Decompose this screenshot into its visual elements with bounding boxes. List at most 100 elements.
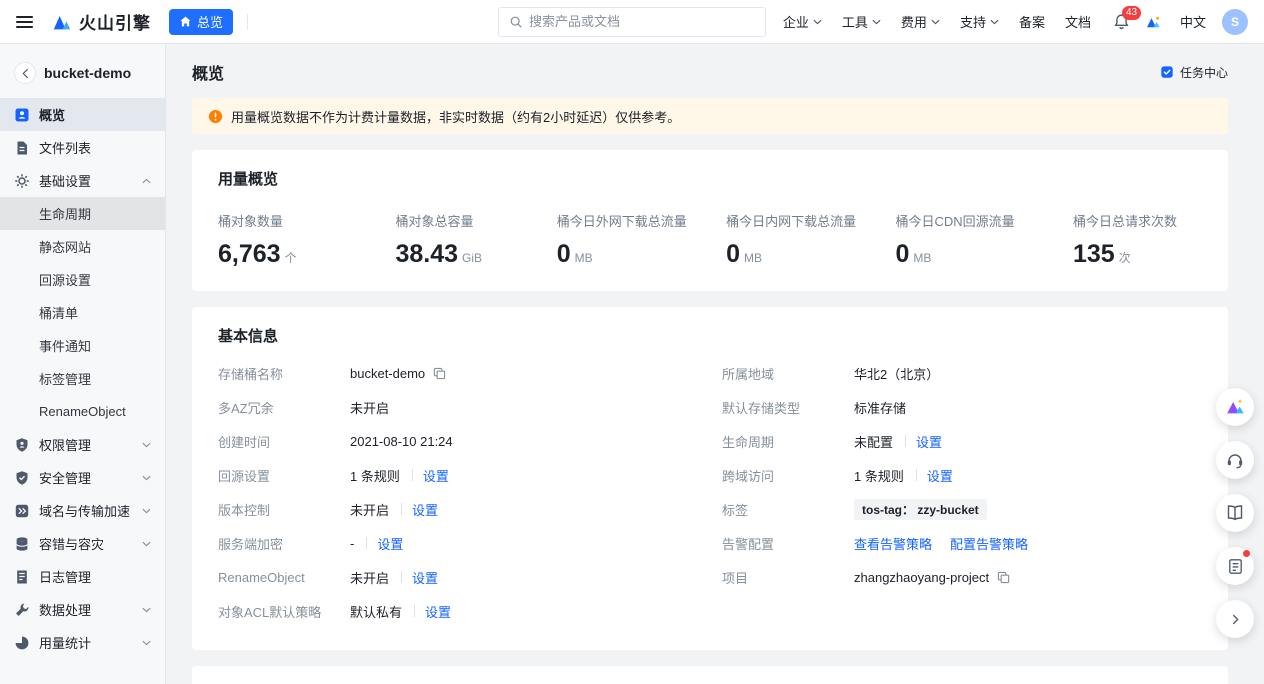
chevron-right-icon (1232, 614, 1239, 625)
metric-unit: MB (913, 251, 931, 265)
metric-label: 桶今日CDN回源流量 (896, 211, 1073, 230)
sidebar-item-security[interactable]: 安全管理 (0, 461, 165, 494)
divider (401, 503, 402, 515)
chevron-down-icon (142, 508, 151, 514)
info-value: zhangzhaoyang-project (854, 570, 989, 585)
domain-acceleration-icon (14, 503, 30, 519)
settings-link[interactable]: 设置 (916, 432, 942, 451)
sidebar-subitem-label: 生命周期 (39, 204, 91, 223)
nav-docs[interactable]: 文档 (1065, 12, 1091, 31)
sidebar-subitem-lifecycle[interactable]: 生命周期 (0, 197, 165, 230)
survey-fab[interactable] (1216, 547, 1254, 585)
metric-label: 桶今日内网下载总流量 (726, 211, 895, 230)
collapse-fab[interactable] (1216, 600, 1254, 638)
hamburger-menu-icon[interactable] (16, 16, 33, 28)
headset-icon (1225, 450, 1245, 470)
sidebar-item-file-list[interactable]: 文件列表 (0, 131, 165, 164)
chevron-down-icon (142, 541, 151, 547)
sidebar-item-label: 日志管理 (39, 567, 91, 586)
usage-overview-card: 用量概览 桶对象数量 6,763个 桶对象总容量 38.43GiB 桶今日外网下… (192, 150, 1228, 291)
info-value: 未开启 (350, 500, 389, 519)
sidebar-item-data-processing[interactable]: 数据处理 (0, 593, 165, 626)
info-label: RenameObject (218, 570, 350, 585)
avatar[interactable]: S (1222, 9, 1248, 35)
info-label: 项目 (722, 568, 854, 587)
divider (414, 605, 415, 617)
sidebar-subitem-label: 回源设置 (39, 270, 91, 289)
nav-label: 备案 (1019, 12, 1045, 31)
customer-support-fab[interactable] (1216, 441, 1254, 479)
settings-link[interactable]: 设置 (412, 568, 438, 587)
volcengine-logo[interactable]: 火山引擎 (51, 9, 151, 34)
sidebar-menu: 概览 文件列表 基础设置 生命周期 静态网站 回源设置 桶清单 (0, 98, 165, 659)
nav-icp[interactable]: 备案 (1019, 12, 1045, 31)
sidebar-subitem-static-website[interactable]: 静态网站 (0, 230, 165, 263)
search-input[interactable] (529, 14, 755, 29)
tag-chip: tos-tag： zzy-bucket (854, 499, 987, 520)
nav-billing[interactable]: 费用 (901, 12, 940, 31)
sidebar-subitem-origin-settings[interactable]: 回源设置 (0, 263, 165, 296)
activity-fab[interactable] (1216, 388, 1254, 426)
usage-metrics: 桶对象数量 6,763个 桶对象总容量 38.43GiB 桶今日外网下载总流量 … (218, 211, 1202, 269)
settings-link[interactable]: 设置 (377, 534, 403, 553)
metric-value: 135 (1073, 240, 1115, 268)
experience-center-button[interactable] (1144, 13, 1162, 31)
task-center-icon (1160, 65, 1174, 79)
sidebar-subitem-label: 事件通知 (39, 336, 91, 355)
sidebar-subitem-label: 桶清单 (39, 303, 78, 322)
info-label: 生命周期 (722, 432, 854, 451)
settings-link[interactable]: 设置 (927, 466, 953, 485)
sidebar-item-permission[interactable]: 权限管理 (0, 428, 165, 461)
task-center-label: 任务中心 (1180, 64, 1228, 81)
copy-icon[interactable] (433, 367, 446, 380)
sidebar-item-domain-acceleration[interactable]: 域名与传输加速 (0, 494, 165, 527)
page-title: 概览 (192, 60, 224, 84)
language-switch[interactable]: 中文 (1180, 12, 1206, 31)
chevron-down-icon (931, 19, 940, 25)
settings-link[interactable]: 设置 (412, 500, 438, 519)
sidebar-subitem-event-notification[interactable]: 事件通知 (0, 329, 165, 362)
view-alarm-policy-link[interactable]: 查看告警策略 (854, 534, 932, 553)
sidebar-item-basic-settings[interactable]: 基础设置 (0, 164, 165, 197)
search-icon (509, 15, 523, 29)
nav-label: 企业 (783, 12, 809, 31)
notifications-button[interactable]: 43 (1113, 13, 1130, 30)
sidebar-subitem-bucket-inventory[interactable]: 桶清单 (0, 296, 165, 329)
data-processing-icon (14, 602, 30, 618)
settings-link[interactable]: 设置 (425, 602, 451, 621)
configure-alarm-policy-link[interactable]: 配置告警策略 (950, 534, 1028, 553)
nav-support[interactable]: 支持 (960, 12, 999, 31)
nav-enterprise[interactable]: 企业 (783, 12, 822, 31)
metric-label: 桶今日总请求次数 (1073, 211, 1202, 230)
settings-link[interactable]: 设置 (423, 466, 449, 485)
sidebar-item-label: 域名与传输加速 (39, 501, 130, 520)
info-row-acl-policy: 对象ACL默认策略 默认私有 设置 (218, 594, 698, 628)
sidebar-item-disaster-recovery[interactable]: 容错与容灾 (0, 527, 165, 560)
sidebar-item-log-management[interactable]: 日志管理 (0, 560, 165, 593)
divider (916, 469, 917, 481)
notification-badge: 43 (1122, 6, 1141, 20)
metric-unit: GiB (462, 251, 482, 265)
task-center-button[interactable]: 任务中心 (1160, 64, 1228, 81)
copy-icon[interactable] (997, 571, 1010, 584)
info-value: bucket-demo (350, 366, 425, 381)
sidebar-item-overview[interactable]: 概览 (0, 98, 165, 131)
info-label: 所属地域 (722, 364, 854, 383)
sidebar-subitem-label: 标签管理 (39, 369, 91, 388)
sidebar-subitem-tag-management[interactable]: 标签管理 (0, 362, 165, 395)
sidebar-item-usage-stats[interactable]: 用量统计 (0, 626, 165, 659)
metric-label: 桶对象总容量 (395, 211, 556, 230)
chevron-down-icon (990, 19, 999, 25)
back-button[interactable] (14, 62, 36, 84)
metric-label: 桶今日外网下载总流量 (557, 211, 726, 230)
info-row-created-time: 创建时间 2021-08-10 21:24 (218, 424, 698, 458)
info-label: 存储桶名称 (218, 364, 350, 383)
info-value: 1 条规则 (350, 466, 400, 485)
metric-total-capacity: 桶对象总容量 38.43GiB (395, 211, 556, 269)
docs-fab[interactable] (1216, 494, 1254, 532)
nav-tools[interactable]: 工具 (842, 12, 881, 31)
sidebar-item-label: 概览 (39, 105, 65, 124)
nav-label: 支持 (960, 12, 986, 31)
sidebar-subitem-rename-object[interactable]: RenameObject (0, 395, 165, 428)
console-overview-button[interactable]: 总览 (169, 9, 233, 35)
